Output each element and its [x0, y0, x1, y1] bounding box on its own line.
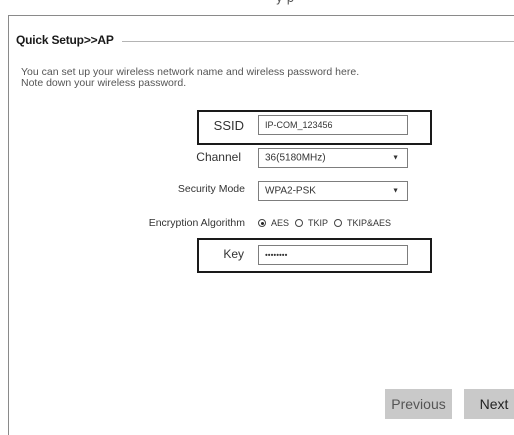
security-mode-select[interactable]: WPA2-PSK ▼	[258, 181, 408, 201]
next-button[interactable]: Next	[464, 389, 514, 419]
encryption-algorithm-group: AES TKIP TKIP&AES	[258, 217, 397, 229]
radio-tkip-aes[interactable]	[334, 219, 343, 227]
encryption-algorithm-label: Encryption Algorithm	[148, 217, 245, 229]
intro-line-2: Note down your wireless password.	[21, 77, 187, 89]
ssid-label: SSID	[213, 118, 244, 133]
key-input[interactable]: ••••••••	[258, 245, 408, 265]
radio-tkip-label: TKIP	[308, 218, 329, 228]
radio-tkip[interactable]	[295, 219, 304, 227]
radio-aes-label: AES	[271, 218, 290, 228]
security-mode-label: Security Mode	[177, 183, 245, 195]
channel-select-value: 36(5180MHz)	[265, 152, 326, 164]
intro-text: You can set up your wireless network nam…	[21, 67, 359, 89]
page-title: Quick Setup>>AP	[16, 33, 122, 47]
previous-button[interactable]: Previous	[385, 389, 452, 419]
ssid-input-value: IP-COM_123456	[265, 120, 333, 130]
security-mode-select-value: WPA2-PSK	[265, 185, 316, 197]
chevron-down-icon: ▼	[392, 187, 399, 195]
key-input-value: ••••••••	[265, 250, 288, 260]
top-caption: y p	[160, 0, 410, 5]
channel-label: Channel	[196, 150, 241, 164]
chevron-down-icon: ▼	[392, 154, 399, 162]
heading-row: Quick Setup>>AP	[16, 33, 514, 51]
radio-tkip-aes-label: TKIP&AES	[347, 218, 392, 228]
radio-aes[interactable]	[258, 219, 266, 227]
ssid-input[interactable]: IP-COM_123456	[258, 115, 408, 135]
key-label: Key	[223, 247, 244, 261]
channel-select[interactable]: 36(5180MHz) ▼	[258, 148, 408, 168]
